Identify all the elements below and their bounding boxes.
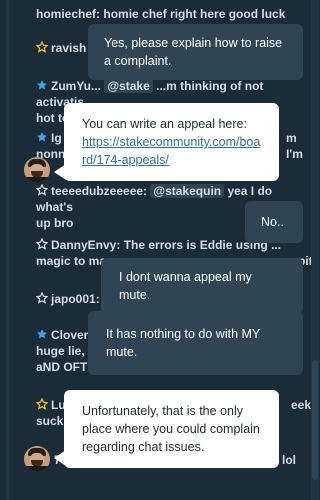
reply-bubble-user: I dont wanna appeal my mute. bbox=[101, 258, 303, 314]
reply-bubble-support: Unfortunately, that is the only place wh… bbox=[64, 390, 279, 468]
chat-message-text: magic to ma bbox=[36, 254, 107, 268]
gold-star-icon bbox=[36, 398, 48, 410]
bubble-text: It has nothing to do with MY mute. bbox=[106, 327, 261, 359]
bubble-text: Yes, please explain how to raise a compl… bbox=[104, 36, 283, 68]
blue-star-icon bbox=[37, 329, 47, 339]
bubble-text: I dont wanna appeal my mute. bbox=[119, 270, 252, 302]
chat-scrollbar[interactable] bbox=[311, 0, 319, 500]
chat-message-text: eek bbox=[291, 398, 312, 412]
chat-message: homiechef: homie chef right here good lu… bbox=[36, 6, 311, 22]
gold-star-icon bbox=[36, 41, 48, 53]
reply-bubble-user: It has nothing to do with MY mute. bbox=[88, 311, 303, 375]
chat-message-text: up bro bbox=[36, 216, 74, 230]
blue-star-icon bbox=[37, 132, 47, 142]
chat-username[interactable]: ZumYu... bbox=[51, 79, 101, 93]
chat-username[interactable]: teeeedubzeeeee: bbox=[51, 184, 147, 198]
reply-bubble-user: No.. bbox=[245, 201, 303, 243]
chat-username[interactable]: homiechef: bbox=[36, 7, 100, 21]
appeals-link[interactable]: https://stakecommunity.com/board/174-app… bbox=[82, 135, 260, 167]
bubble-text: Unfortunately, that is the only place wh… bbox=[82, 404, 260, 454]
bubble-text: You can write an appeal here: bbox=[82, 117, 247, 131]
user-mention[interactable]: @stakequin bbox=[150, 184, 225, 198]
bubble-tail bbox=[54, 450, 66, 466]
bubble-tail bbox=[54, 164, 66, 180]
chat-message-text: m I'm bbox=[286, 131, 303, 161]
chat-username[interactable]: DannyEnvy: bbox=[51, 238, 120, 252]
scrollbar-thumb[interactable] bbox=[312, 360, 318, 480]
reply-bubble-user: Yes, please explain how to raise a compl… bbox=[88, 24, 303, 80]
user-mention[interactable]: @stake bbox=[104, 79, 153, 93]
blue-star-icon bbox=[37, 80, 47, 90]
bubble-text: No.. bbox=[261, 215, 284, 229]
avatar[interactable] bbox=[24, 446, 50, 472]
chat-username[interactable]: ravish bbox=[51, 41, 86, 55]
outline-star-icon bbox=[36, 292, 48, 304]
chat-username[interactable]: Ig bbox=[51, 131, 62, 145]
chat-username[interactable]: Clover bbox=[51, 328, 88, 342]
chat-left-border bbox=[6, 0, 9, 500]
outline-star-icon bbox=[36, 238, 48, 250]
chat-message-text: huge lie, bbox=[36, 344, 85, 358]
chat-message-text: aND OFT bbox=[36, 360, 88, 374]
outline-star-icon bbox=[36, 184, 48, 196]
chat-message-text: suck bbox=[36, 414, 64, 428]
reply-bubble-support: You can write an appeal here: https://st… bbox=[64, 103, 279, 181]
chat-username[interactable]: japo001: bbox=[51, 292, 100, 306]
chat-message-text: homie chef right here good luck bbox=[103, 7, 286, 21]
avatar[interactable] bbox=[24, 157, 50, 183]
